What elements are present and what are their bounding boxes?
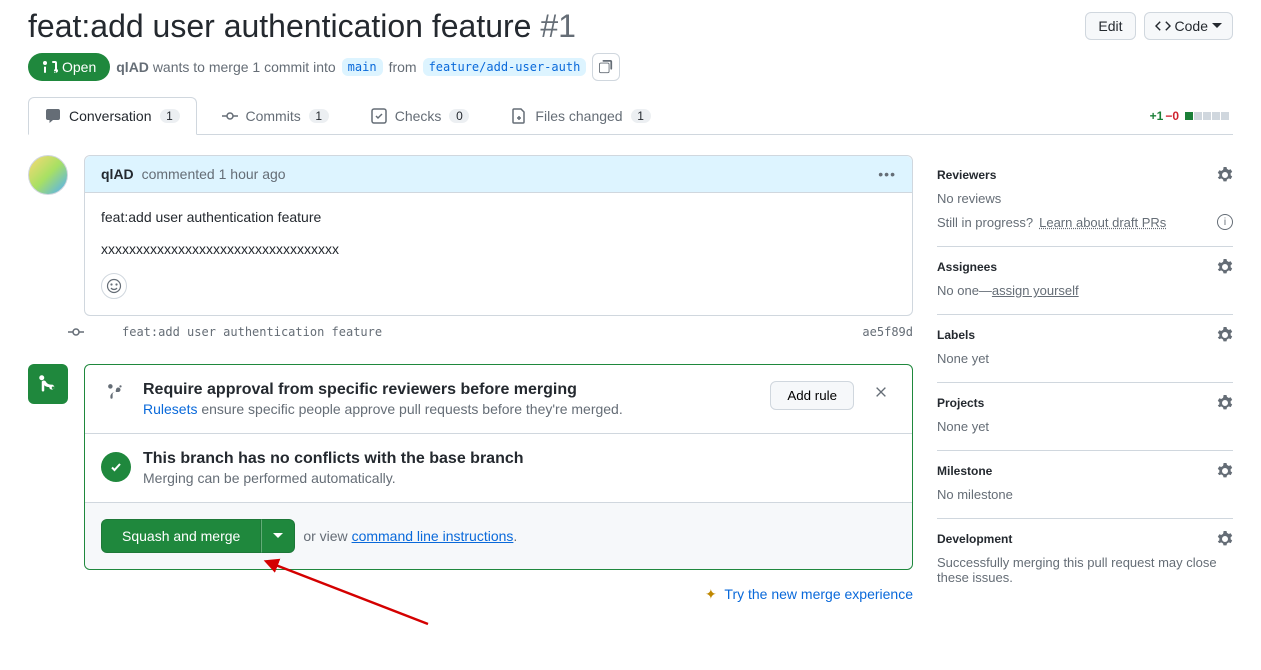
gear-icon [1217, 463, 1233, 479]
labels-gear[interactable] [1217, 327, 1233, 343]
comment-icon [45, 108, 61, 124]
development-body: Successfully merging this pull request m… [937, 555, 1233, 585]
development-title: Development [937, 532, 1012, 546]
caret-down-icon [273, 533, 283, 539]
pr-title: feat:add user authentication feature #1 [28, 8, 1085, 45]
reviewers-none: No reviews [937, 191, 1233, 206]
squash-merge-button[interactable]: Squash and merge [101, 519, 261, 553]
commit-dot-icon [68, 324, 84, 340]
gear-icon [1217, 167, 1233, 183]
tab-commits[interactable]: Commits 1 [205, 97, 346, 135]
milestone-none: No milestone [937, 487, 1233, 502]
assignees-gear[interactable] [1217, 259, 1233, 275]
merge-method-dropdown[interactable] [261, 519, 295, 553]
copy-icon [599, 60, 613, 74]
comment-box: qlAD commented 1 hour ago ••• feat:add u… [84, 155, 913, 316]
commits-count: 1 [309, 109, 329, 123]
assign-yourself-link[interactable]: assign yourself [992, 283, 1079, 298]
checks-count: 0 [449, 109, 469, 123]
labels-title: Labels [937, 328, 975, 342]
try-new-merge: ✦ Try the new merge experience [84, 586, 913, 603]
dismiss-rule-button[interactable] [866, 381, 896, 403]
smiley-icon [106, 278, 122, 294]
tab-checks[interactable]: Checks 0 [354, 97, 487, 135]
gear-icon [1217, 531, 1233, 547]
merge-badge [28, 364, 68, 404]
tab-files-changed[interactable]: Files changed 1 [494, 97, 667, 135]
gear-icon [1217, 259, 1233, 275]
projects-none: None yet [937, 419, 1233, 434]
comment-time[interactable]: 1 hour ago [219, 166, 286, 182]
projects-title: Projects [937, 396, 984, 410]
cli-link[interactable]: command line instructions [352, 528, 514, 544]
comment-line-1: feat:add user authentication feature [101, 209, 896, 225]
milestone-gear[interactable] [1217, 463, 1233, 479]
draft-pr-link[interactable]: Learn about draft PRs [1039, 215, 1166, 230]
git-merge-icon [38, 374, 58, 394]
assignees-title: Assignees [937, 260, 997, 274]
base-branch[interactable]: main [342, 58, 383, 76]
meta-text: qlAD wants to merge 1 commit into [116, 59, 335, 75]
conversation-count: 1 [160, 109, 180, 123]
try-new-merge-link[interactable]: Try the new merge experience [724, 586, 913, 602]
code-icon [1155, 18, 1171, 34]
gear-icon [1217, 395, 1233, 411]
tab-conversation[interactable]: Conversation 1 [28, 97, 197, 135]
head-branch[interactable]: feature/add-user-auth [423, 58, 587, 76]
rulesets-link[interactable]: Rulesets [143, 401, 197, 417]
reviewers-title: Reviewers [937, 168, 996, 182]
diff-bars [1185, 112, 1229, 120]
labels-none: None yet [937, 351, 1233, 366]
pr-number: #1 [540, 8, 576, 44]
comment-line-2: xxxxxxxxxxxxxxxxxxxxxxxxxxxxxxxxxx [101, 241, 896, 257]
reviewers-gear[interactable] [1217, 167, 1233, 183]
commit-row: feat:add user authentication feature ae5… [84, 316, 913, 348]
close-icon [874, 385, 888, 399]
comment-author[interactable]: qlAD [101, 166, 134, 182]
commit-message[interactable]: feat:add user authentication feature [122, 325, 382, 339]
checks-icon [371, 108, 387, 124]
commit-sha[interactable]: ae5f89d [862, 325, 913, 339]
milestone-title: Milestone [937, 464, 992, 478]
caret-down-icon [1212, 23, 1222, 29]
conflict-title: This branch has no conflicts with the ba… [143, 450, 896, 468]
branch-protect-icon [107, 383, 125, 401]
code-button[interactable]: Code [1144, 12, 1233, 40]
rule-title: Require approval from specific reviewers… [143, 381, 758, 399]
pr-title-text: feat:add user authentication feature [28, 8, 531, 44]
copy-branch-button[interactable] [592, 53, 620, 81]
files-count: 1 [631, 109, 651, 123]
git-pull-request-icon [42, 59, 58, 75]
sparkle-icon: ✦ [705, 586, 717, 602]
conflict-sub: Merging can be performed automatically. [143, 470, 896, 486]
files-icon [511, 108, 527, 124]
development-gear[interactable] [1217, 531, 1233, 547]
edit-button[interactable]: Edit [1085, 12, 1135, 40]
commit-icon [222, 108, 238, 124]
add-rule-button[interactable]: Add rule [770, 381, 854, 410]
comment-menu[interactable]: ••• [878, 166, 896, 182]
add-reaction-button[interactable] [101, 273, 127, 299]
author-link[interactable]: qlAD [116, 59, 149, 75]
check-circle-icon [101, 452, 131, 482]
projects-gear[interactable] [1217, 395, 1233, 411]
gear-icon [1217, 327, 1233, 343]
state-badge: Open [28, 53, 110, 81]
avatar[interactable] [28, 155, 68, 195]
diff-stat: +1 −0 [1150, 109, 1233, 123]
info-icon[interactable]: i [1217, 214, 1233, 230]
